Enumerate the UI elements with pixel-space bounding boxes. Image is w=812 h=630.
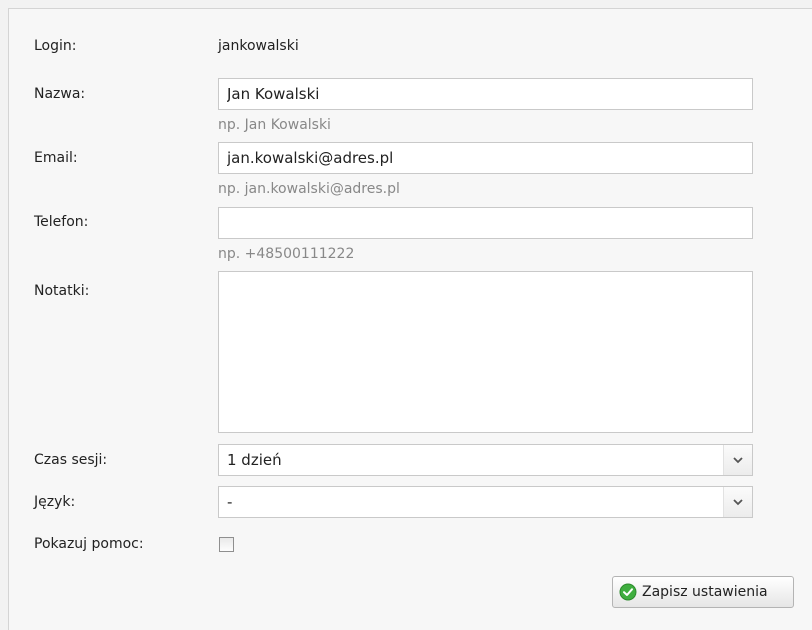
phone-label: Telefon: [34,214,89,230]
login-label: Login: [34,38,77,54]
session-selected-value: 1 dzień [227,451,282,469]
check-circle-icon [619,583,637,601]
name-field[interactable] [218,78,753,110]
save-settings-button[interactable]: Zapisz ustawienia [612,576,794,608]
email-field[interactable] [218,142,753,174]
notes-label: Notatki: [34,283,90,299]
phone-field[interactable] [218,207,753,239]
phone-hint: np. +48500111222 [218,246,355,262]
name-label: Nazwa: [34,86,86,102]
session-select[interactable]: 1 dzień [218,444,753,476]
language-select[interactable]: - [218,486,753,518]
language-selected-value: - [227,493,233,511]
help-label: Pokazuj pomoc: [34,536,144,552]
email-hint: np. jan.kowalski@adres.pl [218,181,400,197]
chevron-down-icon[interactable] [723,487,752,517]
chevron-down-icon[interactable] [723,445,752,475]
email-label: Email: [34,150,78,166]
language-label: Język: [34,494,76,510]
session-label: Czas sesji: [34,452,108,468]
name-hint: np. Jan Kowalski [218,117,331,133]
save-settings-label: Zapisz ustawienia [642,584,768,600]
help-checkbox[interactable] [219,537,234,552]
notes-textarea[interactable] [218,271,753,433]
login-value: jankowalski [218,38,299,54]
